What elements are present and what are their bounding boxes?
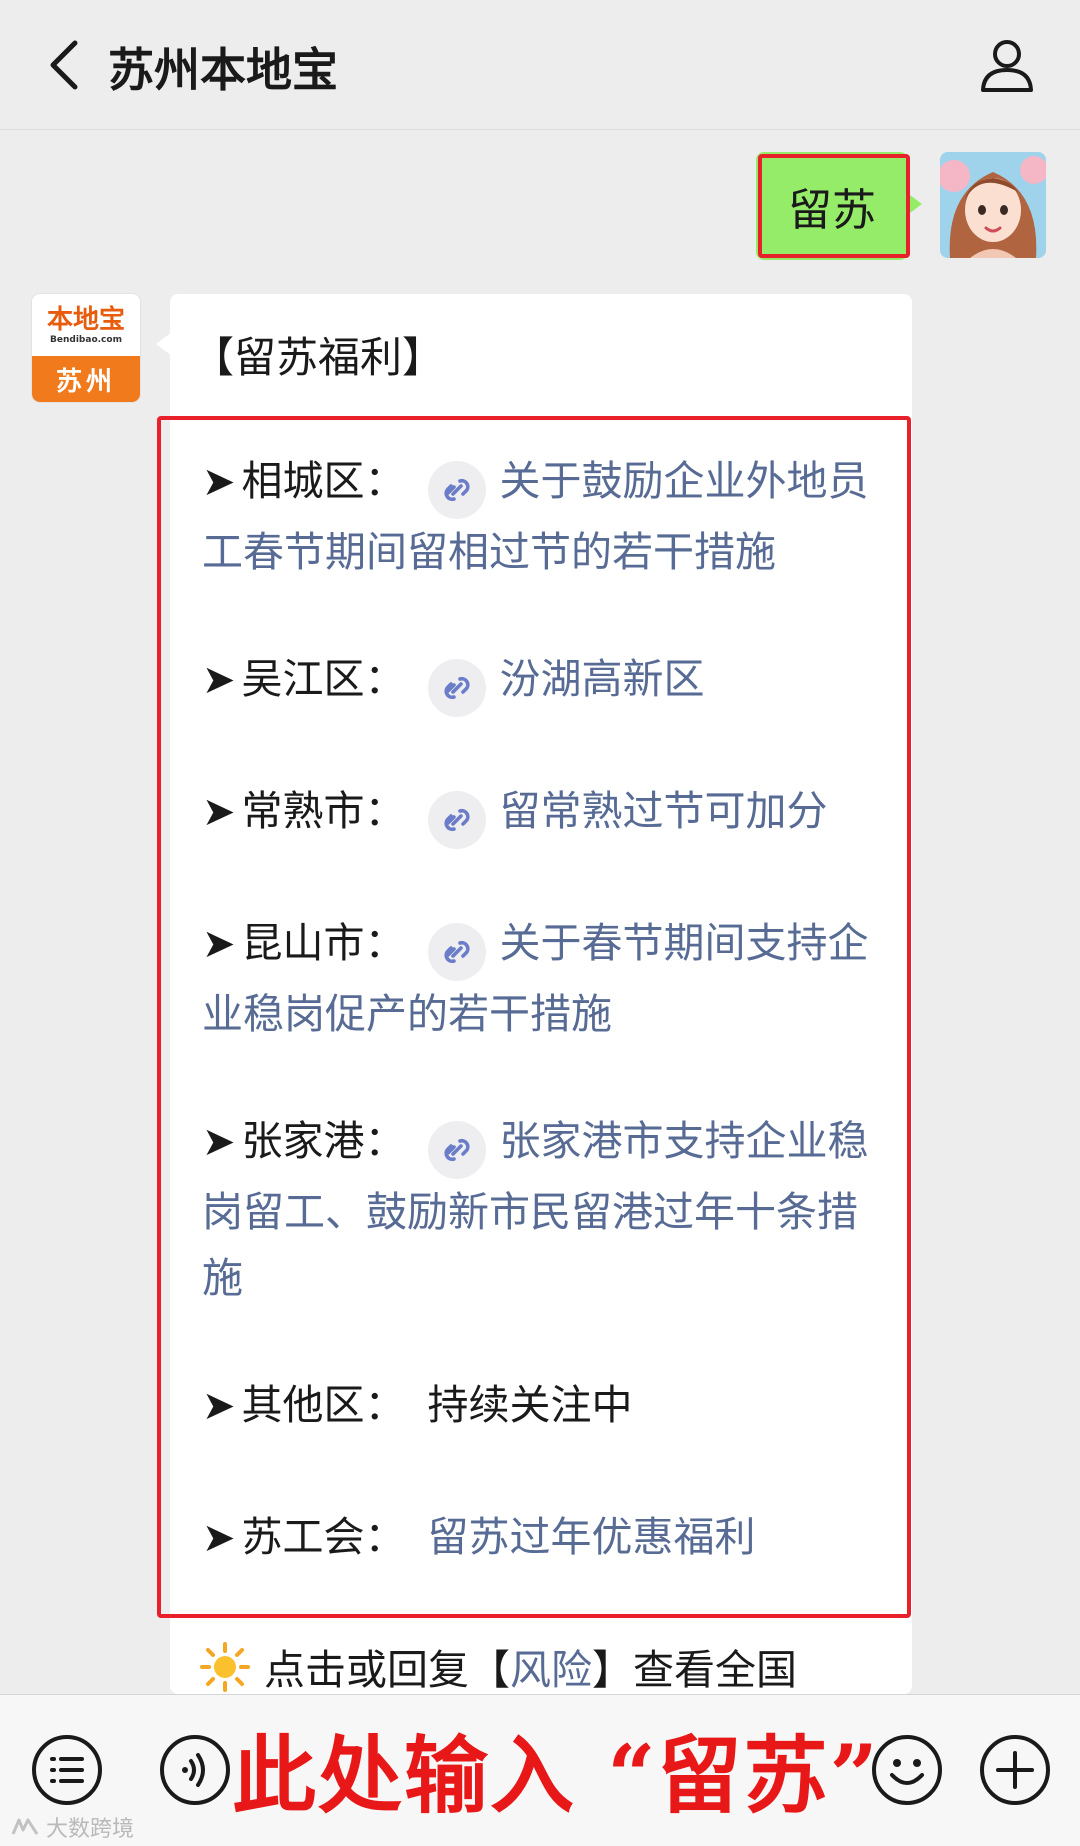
logo-domain-text: Bendibao.com: [50, 335, 122, 345]
arrow-icon: ➤: [202, 789, 236, 835]
chat-info-button[interactable]: [972, 30, 1042, 100]
input-bar: 此处输入 “留苏” 大数跨境: [0, 1694, 1080, 1846]
arrow-icon: ➤: [202, 459, 236, 505]
arrow-icon: ➤: [202, 921, 236, 967]
arrow-icon: ➤: [202, 1119, 236, 1165]
item-link[interactable]: 留常熟过节可加分: [500, 787, 828, 835]
welfare-item-xiangcheng: ➤ 相城区： 关于鼓励企业外地员工春节期间留相过节的若干措施: [202, 448, 892, 585]
plus-icon: [980, 1735, 1050, 1805]
watermark-text: 大数跨境: [46, 1817, 135, 1842]
menu-button[interactable]: [30, 1733, 104, 1807]
chat-title: 苏州本地宝: [108, 43, 338, 97]
welfare-item-wujiang: ➤ 吴江区： 汾湖高新区: [202, 646, 892, 717]
item-label: 吴江区：: [241, 655, 406, 703]
item-label: 常熟市：: [241, 787, 406, 835]
mini-program-link-icon[interactable]: [427, 461, 486, 519]
item-label: 其他区：: [241, 1381, 406, 1429]
emoji-button[interactable]: [870, 1733, 944, 1807]
voice-icon: [160, 1735, 230, 1805]
user-avatar[interactable]: [940, 152, 1046, 258]
tip-line: 点击或回复【风险】查看全国: [200, 1636, 797, 1696]
logo-brand-text: 本地宝: [46, 305, 125, 335]
arrow-icon: ➤: [202, 1383, 236, 1429]
message-heading: 【留苏福利】: [192, 333, 445, 382]
user-avatar-illustration: [940, 152, 1046, 258]
item-label: 相城区：: [241, 457, 406, 505]
chevron-left-icon: [50, 40, 78, 90]
mini-program-link-icon[interactable]: [427, 1121, 486, 1179]
back-button[interactable]: [30, 30, 100, 100]
logo-city-text: 苏州: [32, 356, 140, 402]
item-label: 昆山市：: [241, 919, 406, 967]
watermark-logo-icon: [11, 1818, 39, 1835]
arrow-icon: ➤: [202, 1515, 236, 1561]
more-button[interactable]: [978, 1733, 1052, 1807]
item-label: 张家港：: [241, 1117, 406, 1165]
item-link[interactable]: 留苏过年优惠福利: [428, 1513, 756, 1561]
tip-suffix: 】查看全国: [592, 1646, 797, 1694]
chat-header: 苏州本地宝: [0, 0, 1080, 130]
official-account-logo: 本地宝 Bendibao.com: [32, 294, 140, 356]
welfare-item-kunshan: ➤ 昆山市： 关于春节期间支持企业稳岗促产的若干措施: [202, 910, 892, 1047]
welfare-item-changshu: ➤ 常熟市： 留常熟过节可加分: [202, 778, 892, 849]
sun-icon: [200, 1642, 250, 1692]
tip-link[interactable]: 风险: [510, 1646, 592, 1694]
watermark: 大数跨境: [10, 1811, 134, 1843]
welfare-item-union: ➤ 苏工会： 留苏过年优惠福利: [202, 1504, 892, 1571]
voice-button[interactable]: [158, 1733, 232, 1807]
mini-program-link-icon[interactable]: [427, 923, 486, 981]
mini-program-link-icon[interactable]: [427, 659, 486, 717]
smiley-icon: [872, 1735, 942, 1805]
item-link[interactable]: 汾湖高新区: [500, 655, 705, 703]
arrow-icon: ➤: [202, 657, 236, 703]
item-label: 苏工会：: [241, 1513, 406, 1561]
welfare-item-zhangjiagang: ➤ 张家港： 张家港市支持企业稳岗留工、鼓励新市民留港过年十条措施: [202, 1108, 892, 1311]
sent-message-highlight: [758, 154, 910, 258]
tip-prefix: 点击或回复【: [264, 1646, 510, 1694]
official-account-avatar[interactable]: 本地宝 Bendibao.com 苏州: [32, 294, 140, 402]
mini-program-link-icon[interactable]: [427, 791, 486, 849]
welfare-item-others: ➤ 其他区： 持续关注中: [202, 1372, 892, 1439]
item-status-text: 持续关注中: [427, 1381, 633, 1429]
input-instruction-overlay: 此处输入 “留苏”: [232, 1726, 880, 1825]
person-icon: [981, 40, 1033, 92]
list-menu-icon: [32, 1735, 102, 1805]
